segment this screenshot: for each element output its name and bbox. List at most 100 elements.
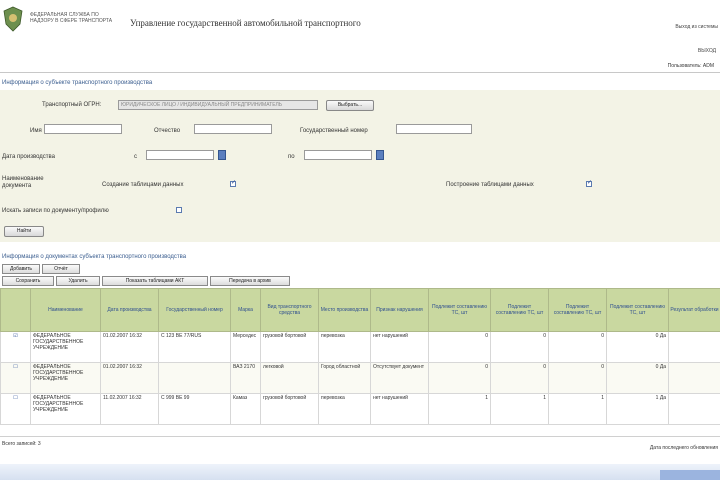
page-title: Управление государственной автомобильной…	[130, 18, 361, 28]
table-cell: Камаз	[230, 393, 261, 425]
table-header-row: Наименование Дата производства Государст…	[0, 288, 720, 332]
results-title: Информация о документах субъекта транспо…	[2, 254, 187, 260]
table-cell: 01.02.2007 16:32	[100, 331, 159, 363]
report-button[interactable]: Отчёт	[42, 264, 80, 274]
table-cell: 01.02.2007 16:32	[100, 362, 159, 394]
table-cell: 0	[490, 362, 549, 394]
table-cell: 1 Да	[606, 393, 669, 425]
table-cell	[668, 331, 720, 363]
table-cell: 1	[548, 393, 607, 425]
table-cell: Город областной	[318, 362, 371, 394]
table-row[interactable]: ☐ ФЕДЕРАЛЬНОЕ ГОСУДАРСТВЕННОЕ УЧРЕЖДЕНИЕ…	[0, 393, 720, 425]
table-cell: грузовой бортовой	[260, 393, 319, 425]
column-header[interactable]: Подлежит составлению ТС, шт	[428, 288, 491, 332]
patronymic-input[interactable]	[194, 124, 272, 134]
state-number-input[interactable]	[396, 124, 472, 134]
table-cell: С 123 ВЕ 77/RUS	[158, 331, 231, 363]
column-header[interactable]: Место производства	[318, 288, 371, 332]
table-cell: 0	[490, 331, 549, 363]
table-row[interactable]: ☑ ФЕДЕРАЛЬНОЕ ГОСУДАРСТВЕННОЕ УЧРЕЖДЕНИЕ…	[0, 331, 720, 363]
record-count: Всего записей: 3	[2, 441, 41, 447]
column-header[interactable]: Дата производства	[100, 288, 159, 332]
column-header[interactable]: Подлежит составлению ТС, шт	[490, 288, 549, 332]
bottom-bar	[0, 464, 720, 480]
archive-button[interactable]: Передача в архив	[210, 276, 290, 286]
state-number-label: Государственный номер	[300, 128, 368, 134]
delete-button[interactable]: Удалить	[56, 276, 100, 286]
table-cell: перевозка	[318, 331, 371, 363]
column-header[interactable]: Результат обработки	[668, 288, 720, 332]
table-cell	[158, 362, 231, 394]
last-update-label: Дата последнего обновления	[649, 445, 718, 451]
bottom-bar-accent	[660, 470, 720, 480]
calendar-icon[interactable]	[218, 150, 226, 160]
create-checkbox-label: Создание таблицами данных	[102, 182, 184, 188]
footer: Всего записей: 3 Дата последнего обновле…	[0, 436, 720, 459]
table-cell	[668, 393, 720, 425]
row-checkbox[interactable]: ☐	[0, 393, 31, 425]
table-cell: 1	[428, 393, 491, 425]
show-act-button[interactable]: Показать таблицами АКТ	[102, 276, 208, 286]
table-cell: 0 Да	[606, 331, 669, 363]
from-label: с	[134, 154, 137, 160]
table-cell: 0	[428, 331, 491, 363]
results-table: Наименование Дата производства Государст…	[0, 288, 720, 425]
table-cell: перевозка	[318, 393, 371, 425]
search-all-checkbox[interactable]	[176, 207, 182, 213]
column-header[interactable]: Подлежит составлению ТС, шт	[606, 288, 669, 332]
choose-button[interactable]: Выбрать...	[326, 100, 374, 111]
section-title: Информация о субъекте транспортного прои…	[2, 80, 153, 86]
table-cell: 11.02.2007 16:32	[100, 393, 159, 425]
table-row[interactable]: ☐ ФЕДЕРАЛЬНОЕ ГОСУДАРСТВЕННОЕ УЧРЕЖДЕНИЕ…	[0, 362, 720, 394]
logout-link[interactable]: Выход из системы	[675, 24, 718, 30]
report-checkbox[interactable]	[586, 179, 592, 187]
logo-text: ФЕДЕРАЛЬНАЯ СЛУЖБА ПО НАДЗОРУ В СФЕРЕ ТР…	[30, 12, 113, 24]
emblem-icon	[3, 6, 23, 32]
column-header[interactable]: Марка	[230, 288, 261, 332]
table-cell: нет нарушений	[370, 393, 429, 425]
table-cell: нет нарушений	[370, 331, 429, 363]
column-header[interactable]: Наименование	[30, 288, 101, 332]
table-cell	[668, 362, 720, 394]
search-form: Транспортный ОГРН: ЮРИДИЧЕСКОЕ ЛИЦО / ИН…	[0, 90, 720, 242]
patronymic-label: Отчество	[154, 128, 181, 134]
row-checkbox[interactable]: ☐	[0, 362, 31, 394]
name-label: Имя	[30, 128, 42, 134]
column-header[interactable]: Государственный номер	[158, 288, 231, 332]
save-button[interactable]: Сохранить	[2, 276, 54, 286]
table-cell: ФЕДЕРАЛЬНОЕ ГОСУДАРСТВЕННОЕ УЧРЕЖДЕНИЕ	[30, 393, 101, 425]
date-from-input[interactable]	[146, 150, 214, 160]
table-cell: Мерседес	[230, 331, 261, 363]
row-checkbox[interactable]: ☑	[0, 331, 31, 363]
table-cell: 0	[428, 362, 491, 394]
user-label: Пользователь: ADM	[667, 63, 714, 69]
top-header: ФЕДЕРАЛЬНАЯ СЛУЖБА ПО НАДЗОРУ В СФЕРЕ ТР…	[0, 0, 720, 54]
column-header[interactable]: Признак нарушения	[370, 288, 429, 332]
name-input[interactable]	[44, 124, 122, 134]
search-all-label: Искать записи по документу/профилю	[2, 208, 109, 214]
table-cell: легковой	[260, 362, 319, 394]
add-button[interactable]: Добавить	[2, 264, 40, 274]
user-info-bar: Пользователь: ADM	[0, 60, 720, 73]
table-cell: ФЕДЕРАЛЬНОЕ ГОСУДАРСТВЕННОЕ УЧРЕЖДЕНИЕ	[30, 362, 101, 394]
transport-org-label: Транспортный ОГРН:	[42, 102, 102, 108]
create-checkbox[interactable]	[230, 179, 236, 187]
column-header[interactable]	[0, 288, 31, 332]
exit-link[interactable]: ВЫХОД	[698, 48, 716, 54]
table-cell: ВАЗ 2170	[230, 362, 261, 394]
table-cell: 0	[548, 362, 607, 394]
to-label: по	[288, 154, 295, 160]
date-to-input[interactable]	[304, 150, 372, 160]
period-label: Дата производства	[2, 154, 56, 160]
column-header[interactable]: Вид транспортного средства	[260, 288, 319, 332]
report-checkbox-label: Построение таблицами данных	[446, 182, 534, 188]
transport-org-field[interactable]: ЮРИДИЧЕСКОЕ ЛИЦО / ИНДИВИДУАЛЬНЫЙ ПРЕДПР…	[118, 100, 318, 110]
table-cell: 0	[548, 331, 607, 363]
column-header[interactable]: Подлежит составлению ТС, шт	[548, 288, 607, 332]
table-cell: грузовой бортовой	[260, 331, 319, 363]
table-cell: С 999 ВЕ 99	[158, 393, 231, 425]
search-button[interactable]: Найти	[4, 226, 44, 237]
table-cell: Отсутствует документ	[370, 362, 429, 394]
table-cell: 0 Да	[606, 362, 669, 394]
calendar-icon[interactable]	[376, 150, 384, 160]
